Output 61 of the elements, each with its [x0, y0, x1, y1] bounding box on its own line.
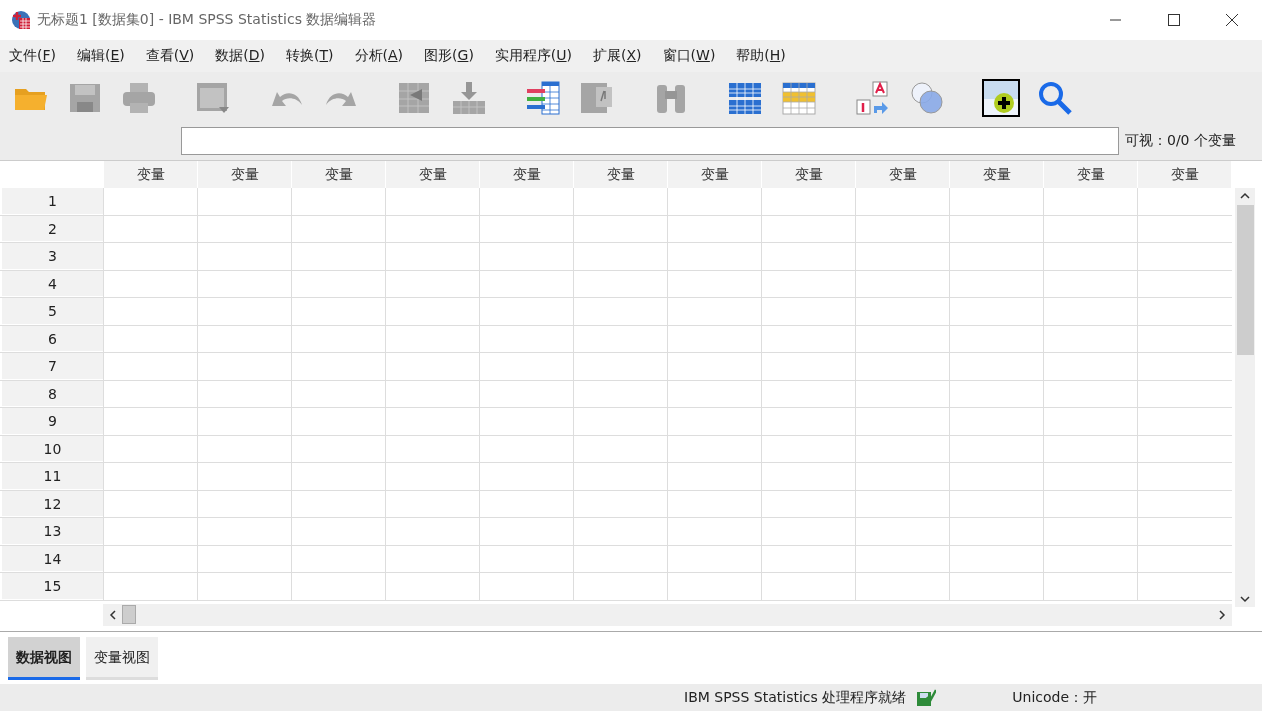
row-header[interactable]: 7	[2, 353, 103, 380]
column-header[interactable]: 变量	[1137, 161, 1231, 188]
visible-variables-label: 可视：0/0 个变量	[1125, 132, 1236, 150]
scroll-right-icon[interactable]	[1217, 609, 1227, 620]
menu-item[interactable]: 帮助(H)	[736, 47, 786, 65]
menu-item[interactable]: 扩展(X)	[593, 47, 642, 65]
menu-item[interactable]: 分析(A)	[354, 47, 404, 65]
highlighted-grid-icon[interactable]	[780, 79, 818, 117]
menu-item[interactable]: 数据(D)	[215, 47, 266, 65]
menu-item[interactable]: 查看(V)	[145, 47, 195, 65]
column-header[interactable]: 变量	[855, 161, 949, 188]
maximize-icon[interactable]	[1168, 14, 1180, 26]
cell-editor-field[interactable]	[181, 127, 1119, 155]
column-header[interactable]: 变量	[667, 161, 761, 188]
column-header[interactable]: 变量	[761, 161, 855, 188]
search-icon[interactable]	[1036, 79, 1074, 117]
menu-item[interactable]: 图形(G)	[424, 47, 474, 65]
menu-item[interactable]: 文件(F)	[9, 47, 56, 65]
row-header[interactable]: 8	[2, 380, 103, 407]
menu-item[interactable]: 转换(T)	[286, 47, 334, 65]
view-tab[interactable]: 变量视图	[86, 636, 158, 680]
row-header[interactable]: 10	[2, 435, 103, 462]
column-header[interactable]: 变量	[103, 161, 197, 188]
row-header[interactable]: 3	[2, 243, 103, 270]
row-header[interactable]: 11	[2, 463, 103, 490]
row-header[interactable]: 2	[2, 215, 103, 242]
column-header[interactable]: 变量	[291, 161, 385, 188]
row-header[interactable]: 9	[2, 408, 103, 435]
scroll-thumb[interactable]	[122, 605, 136, 624]
column-header[interactable]: 变量	[479, 161, 573, 188]
row-header[interactable]: 6	[2, 325, 103, 352]
menu-item[interactable]: 窗口(W)	[662, 47, 716, 65]
scroll-down-icon[interactable]	[1240, 594, 1250, 604]
floppy-check-icon	[916, 688, 937, 707]
vertical-scrollbar[interactable]	[1235, 188, 1255, 607]
column-header[interactable]: 变量	[197, 161, 291, 188]
column-header[interactable]: 变量	[385, 161, 479, 188]
window-title: 无标题1 [数据集0] - IBM SPSS Statistics 数据编辑器	[37, 11, 377, 29]
unicode-status: Unicode：开	[1012, 688, 1098, 707]
overlapping-circles-icon[interactable]	[908, 79, 946, 117]
view-tab[interactable]: 数据视图	[8, 636, 80, 680]
processor-status: IBM SPSS Statistics 处理程序就绪	[684, 688, 907, 707]
row-header[interactable]: 1	[2, 188, 103, 215]
menu-item[interactable]: 实用程序(U)	[494, 47, 573, 65]
horizontal-scrollbar[interactable]	[103, 603, 1232, 626]
app-logo-icon	[11, 10, 31, 30]
row-header[interactable]: 5	[2, 298, 103, 325]
scroll-up-icon[interactable]	[1240, 191, 1250, 201]
menu-item[interactable]: 编辑(E)	[77, 47, 125, 65]
row-header[interactable]: 13	[2, 518, 103, 545]
column-header[interactable]: 变量	[949, 161, 1043, 188]
scroll-thumb[interactable]	[1236, 205, 1254, 355]
scroll-left-icon[interactable]	[108, 609, 118, 620]
row-header[interactable]: 15	[2, 573, 103, 600]
row-header[interactable]: 12	[2, 490, 103, 517]
row-header[interactable]: 4	[2, 270, 103, 297]
row-header[interactable]: 14	[2, 545, 103, 572]
column-header[interactable]: 变量	[573, 161, 667, 188]
variable-list-icon[interactable]	[524, 79, 562, 117]
column-header[interactable]: 变量	[1043, 161, 1137, 188]
close-icon[interactable]	[1226, 14, 1238, 26]
